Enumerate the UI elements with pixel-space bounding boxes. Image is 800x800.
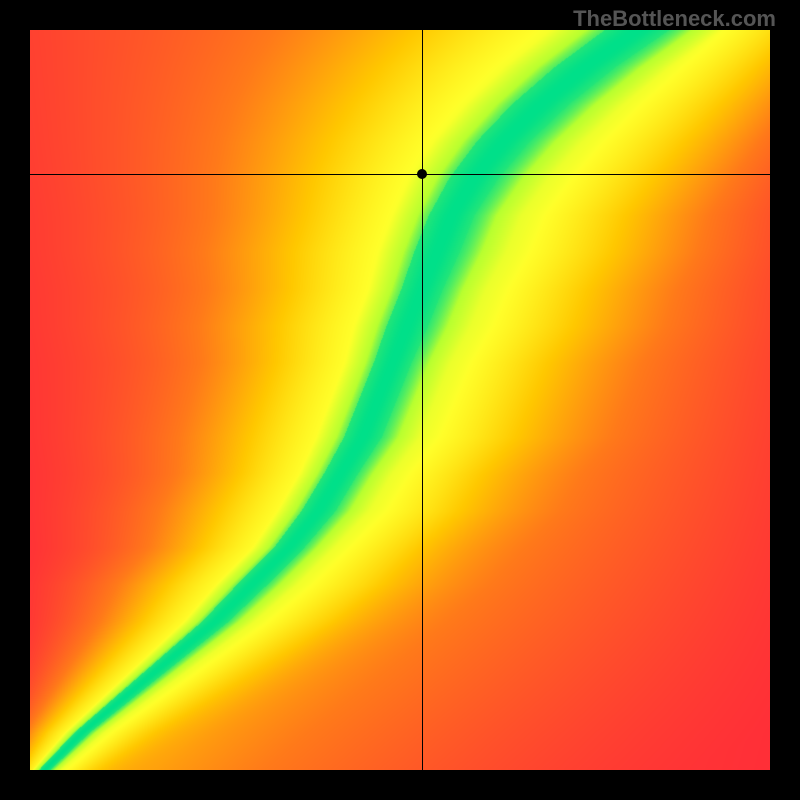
- marker-point: [417, 169, 427, 179]
- crosshair-horizontal: [30, 174, 770, 175]
- crosshair-vertical: [422, 30, 423, 770]
- watermark-text: TheBottleneck.com: [573, 6, 776, 32]
- heatmap-plot: [30, 30, 770, 770]
- heatmap-canvas: [30, 30, 770, 770]
